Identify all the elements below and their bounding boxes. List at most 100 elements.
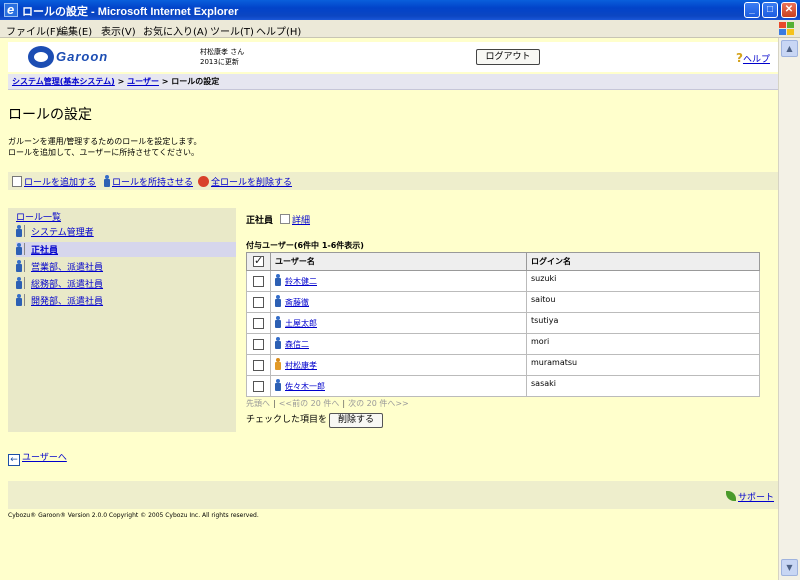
col-login-name: ログイン名 <box>526 252 760 271</box>
breadcrumb-current: ロールの設定 <box>171 77 220 86</box>
user-icon <box>275 295 281 307</box>
table-row: 森信二 mori <box>246 333 760 355</box>
role-name: 正社員 <box>246 216 274 226</box>
user-icon <box>275 379 281 391</box>
page-description: ガルーンを運用/管理するためのロールを設定します。 ロールを追加して、ユーザーに… <box>8 137 202 157</box>
role-item-development[interactable]: 開発部、派遣社員 <box>16 294 103 307</box>
menu-favorites[interactable]: お気に入り(A) <box>143 23 208 38</box>
user-icon <box>275 358 281 370</box>
row-checkbox[interactable] <box>253 275 264 287</box>
role-item-general-affairs[interactable]: 総務部、派遣社員 <box>16 277 103 290</box>
menu-bar: ファイル(F) 編集(E) 表示(V) お気に入り(A) ツール(T) ヘルプ(… <box>0 20 800 38</box>
user-icon <box>275 337 281 349</box>
add-role-link[interactable]: ロールを追加する <box>12 175 96 188</box>
breadcrumb-system-admin[interactable]: システム管理(基本システム) <box>12 77 115 86</box>
assign-role-link[interactable]: ロールを所持させる <box>104 175 193 188</box>
role-list-panel: ロール一覧 システム管理者 正社員 営業部、派遣社員 総務部、派遣社員 開発部、… <box>8 208 236 432</box>
user-name: 村松康孝 さん <box>200 48 245 56</box>
delete-icon <box>198 176 209 187</box>
support-leaf-icon <box>726 491 736 501</box>
user-name-link[interactable]: 土屋太郎 <box>285 319 317 328</box>
table-row: 鈴木健二 suzuki <box>246 270 760 292</box>
delete-button[interactable]: 削除する <box>329 413 384 428</box>
login-name: suzuki <box>526 270 760 292</box>
role-icon <box>16 294 22 306</box>
back-to-users-link[interactable]: ← ユーザーへ <box>8 450 67 466</box>
scroll-down-arrow-icon[interactable]: ▼ <box>781 559 798 576</box>
login-name: sasaki <box>526 375 760 397</box>
role-icon <box>16 225 22 237</box>
group-icon <box>24 260 30 272</box>
user-name-link[interactable]: 村松康孝 <box>285 361 317 370</box>
scroll-up-arrow-icon[interactable]: ▲ <box>781 40 798 57</box>
group-icon <box>24 243 30 255</box>
assigned-users-heading: 付与ユーザー(6件中 1-6件表示) <box>246 241 364 250</box>
login-name: muramatsu <box>526 354 760 376</box>
select-all-checkbox[interactable] <box>253 254 264 267</box>
garoon-logo[interactable]: Garoon <box>28 46 124 68</box>
login-name: saitou <box>526 291 760 313</box>
menu-view[interactable]: 表示(V) <box>101 23 136 38</box>
minimize-button[interactable]: _ <box>744 2 760 18</box>
pager-first: 先頭へ <box>246 399 270 408</box>
group-icon <box>24 294 30 306</box>
breadcrumb: システム管理(基本システム) > ユーザー > ロールの設定 <box>8 74 778 90</box>
row-checkbox[interactable] <box>253 359 264 371</box>
pager: 先頭へ | <<前の 20 件へ | 次の 20 件へ>> <box>246 399 409 408</box>
row-checkbox[interactable] <box>253 317 264 329</box>
maximize-button[interactable]: □ <box>762 2 778 18</box>
user-name-link[interactable]: 佐々木一郎 <box>285 382 325 391</box>
role-icon <box>16 260 22 272</box>
login-name: tsutiya <box>526 312 760 334</box>
menu-tools[interactable]: ツール(T) <box>210 23 254 38</box>
user-info: 村松康孝 さん 2013に更新 <box>200 47 244 67</box>
role-item-sales[interactable]: 営業部、派遣社員 <box>16 260 103 273</box>
action-toolbar: ロールを追加する ロールを所持させる 全ロールを削除する <box>8 172 778 190</box>
footer-band <box>8 481 778 509</box>
delete-all-roles-link[interactable]: 全ロールを削除する <box>198 175 292 188</box>
detail-link[interactable]: 詳細 <box>280 213 310 226</box>
page-content: Garoon 村松康孝 さん 2013に更新 ログアウト ?ヘルプ システム管理… <box>0 38 778 580</box>
role-item-regular[interactable]: 正社員 <box>16 243 58 256</box>
table-row: 村松康孝 muramatsu <box>246 354 760 376</box>
vertical-scrollbar[interactable]: ▲ ▼ <box>778 38 800 580</box>
logout-button[interactable]: ログアウト <box>476 49 540 65</box>
copyright: Cybozu® Garoon® Version 2.0.0 Copyright … <box>8 512 259 519</box>
user-icon <box>275 274 281 286</box>
help-icon: ? <box>736 51 743 65</box>
group-icon <box>24 225 30 237</box>
window-title: ロールの設定 - Microsoft Internet Explorer <box>22 6 239 18</box>
support-link[interactable]: サポート <box>726 490 774 503</box>
role-list-header[interactable]: ロール一覧 <box>16 210 61 223</box>
help-link[interactable]: ?ヘルプ <box>736 51 770 65</box>
close-button[interactable]: ✕ <box>781 2 797 18</box>
page-title: ロールの設定 <box>8 107 92 123</box>
menu-help[interactable]: ヘルプ(H) <box>256 23 301 38</box>
windows-logo-icon <box>778 21 796 37</box>
user-icon <box>275 316 281 328</box>
pager-prev: <<前の 20 件へ <box>278 399 340 408</box>
row-checkbox[interactable] <box>253 296 264 308</box>
garoon-logo-icon <box>28 46 54 68</box>
table-header-row: ユーザー名 ログイン名 <box>246 252 760 271</box>
row-checkbox[interactable] <box>253 380 264 392</box>
back-arrow-icon: ← <box>8 454 20 466</box>
ie-icon <box>4 2 18 17</box>
menu-edit[interactable]: 編集(E) <box>58 23 92 38</box>
checked-action: チェックした項目を 削除する <box>246 412 384 428</box>
user-name-link[interactable]: 森信二 <box>285 340 309 349</box>
menu-file[interactable]: ファイル(F) <box>6 23 60 38</box>
user-name-link[interactable]: 斎藤徹 <box>285 298 309 307</box>
role-item-system-admin[interactable]: システム管理者 <box>16 225 94 238</box>
detail-icon <box>280 214 290 224</box>
add-role-icon <box>12 176 22 187</box>
person-icon <box>104 175 110 187</box>
login-name: mori <box>526 333 760 355</box>
table-row: 土屋太郎 tsutiya <box>246 312 760 334</box>
breadcrumb-users[interactable]: ユーザー <box>127 77 159 86</box>
assigned-users-table: ユーザー名 ログイン名 鈴木健二 suzuki 斎藤徹 saitou 土屋太郎 … <box>246 252 760 397</box>
col-user-name: ユーザー名 <box>270 252 527 271</box>
user-name-link[interactable]: 鈴木健二 <box>285 277 317 286</box>
table-row: 佐々木一郎 sasaki <box>246 375 760 397</box>
row-checkbox[interactable] <box>253 338 264 350</box>
